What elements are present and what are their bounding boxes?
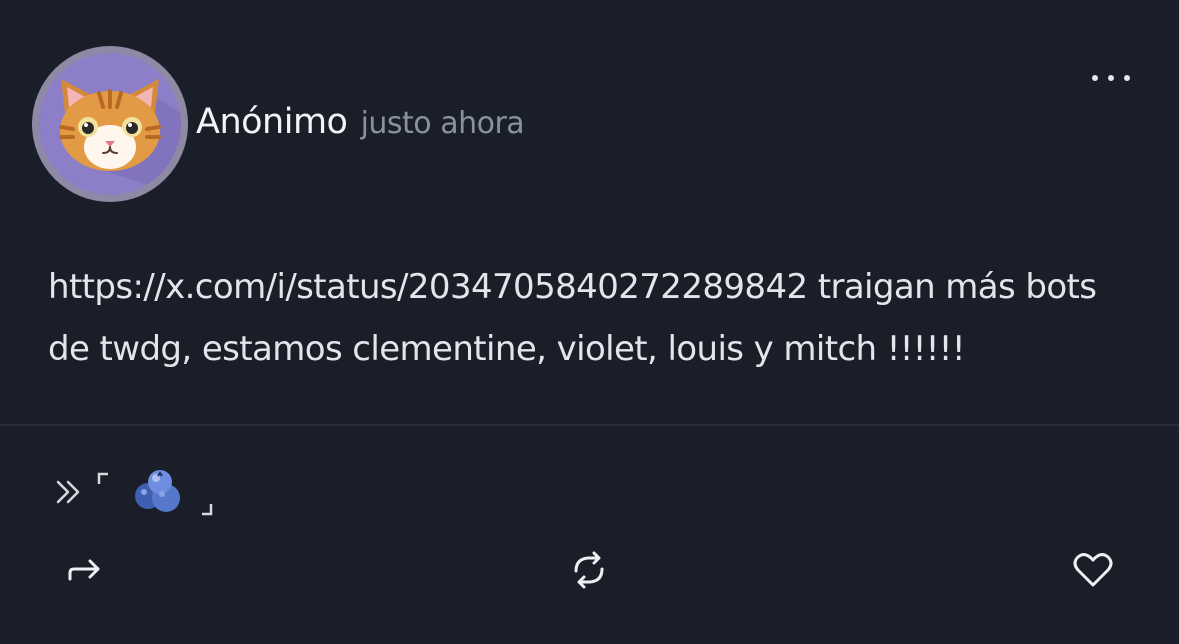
author-name[interactable]: Anónimo <box>196 102 348 142</box>
share-button[interactable] <box>60 545 110 595</box>
more-options-icon <box>1092 75 1130 81</box>
blueberry-icon <box>135 470 180 512</box>
double-chevron-icon <box>56 480 80 504</box>
post-time: justo ahora <box>360 106 525 141</box>
repost-button[interactable] <box>564 545 614 595</box>
avatar-background <box>39 53 181 195</box>
like-button[interactable] <box>1068 545 1118 595</box>
repost-icon <box>574 551 604 589</box>
cat-avatar-icon <box>59 79 181 195</box>
more-options-button[interactable] <box>1089 68 1133 88</box>
author-line: Anónimo justo ahora <box>196 102 525 142</box>
post-body-text: https://x.com/i/status/20347058402722898… <box>48 267 1097 369</box>
corner-bracket-close-icon <box>202 504 213 516</box>
avatar[interactable] <box>32 46 188 202</box>
heart-icon <box>1073 553 1113 587</box>
share-arrow-icon <box>68 559 100 581</box>
post-tag[interactable] <box>52 462 252 522</box>
corner-bracket-open-icon <box>97 472 108 484</box>
post-header: Anónimo justo ahora <box>32 46 1147 204</box>
divider <box>0 424 1179 426</box>
